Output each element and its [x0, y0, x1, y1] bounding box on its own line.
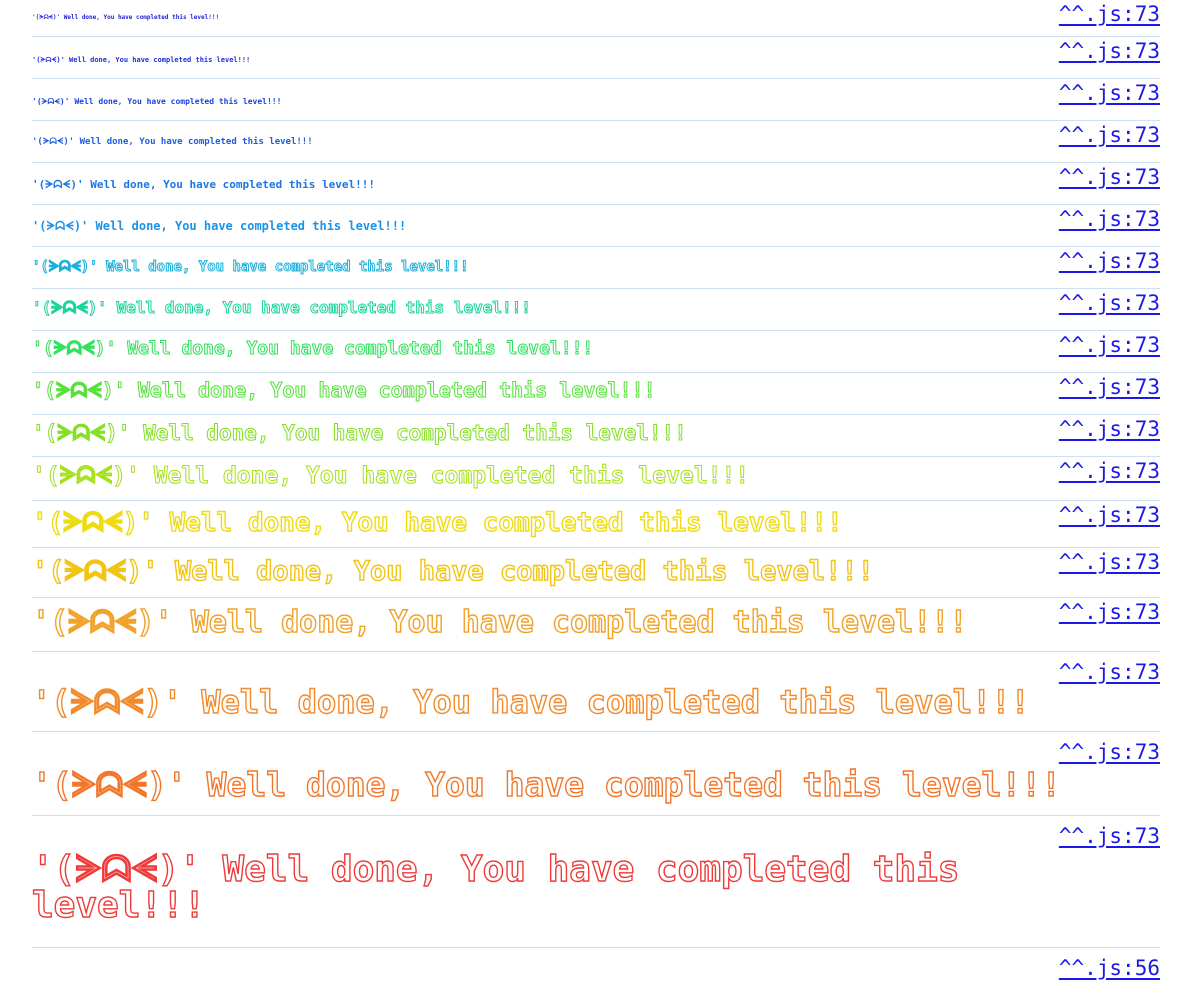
- console-log-entry: '(ᗒᗣᗕ)' Well done, You have completed th…: [31, 548, 1160, 598]
- console-log-entry: '(ᗒᗣᗕ)' Well done, You have completed th…: [32, 373, 1160, 415]
- log-source-link[interactable]: ^^.js:73: [1054, 249, 1160, 273]
- log-source-link[interactable]: ^^.js:73: [1054, 39, 1160, 63]
- log-message: '(ᗒᗣᗕ)' Well done, You have completed th…: [32, 14, 220, 21]
- log-message: '(ᗒᗣᗕ)' Well done, You have completed th…: [32, 219, 407, 233]
- log-message: '(ᗒᗣᗕ)' Well done, You have completed th…: [32, 178, 375, 191]
- console-log-entry: '(ᗒᗣᗕ)' Well done, You have completed th…: [32, 0, 1160, 37]
- log-message: '(ᗒᗣᗕ)' Well done, You have completed th…: [32, 421, 688, 445]
- log-message: '(ᗒᗣᗕ)' Well done, You have completed th…: [31, 556, 874, 587]
- log-message: '(ᗒᗣᗕ)' Well done, You have completed th…: [32, 378, 657, 402]
- log-message: '(ᗒᗣᗕ)' Well done, You have completed th…: [32, 298, 532, 317]
- log-source-link[interactable]: ^^.js:73: [1054, 291, 1160, 315]
- log-message: '(ᗒᗣᗕ)' Well done, You have completed th…: [31, 463, 750, 489]
- log-source-link[interactable]: ^^.js:73: [1054, 165, 1160, 189]
- log-message: '(ᗒᗣᗕ)' Well done, You have completed th…: [32, 137, 313, 147]
- console-log-entry: '(ᗒᗣᗕ)' Well done, You have completed th…: [32, 121, 1160, 163]
- log-message: '(ᗒᗣᗕ)' Well done, You have completed th…: [31, 338, 594, 359]
- log-message: '(ᗒᗣᗕ)' Well done, You have completed th…: [31, 683, 1030, 721]
- console-log-entry: '(ᗒᗣᗕ)' Well done, You have completed th…: [31, 732, 1160, 816]
- log-source-link[interactable]: ^^.js:73: [1054, 658, 1160, 684]
- console-log-entry: '(ᗒᗣᗕ)' Well done, You have completed th…: [31, 331, 1160, 373]
- log-source-link[interactable]: ^^.js:56: [1054, 956, 1160, 980]
- log-message: '(ᗒᗣᗕ)' Well done, You have completed th…: [31, 849, 982, 926]
- log-source-link[interactable]: ^^.js:73: [1054, 503, 1160, 527]
- console-log-entry: '(ᗒᗣᗕ)' Well done, You have completed th…: [32, 37, 1160, 79]
- log-source-link[interactable]: ^^.js:73: [1054, 333, 1160, 357]
- console-log-entry: '(ᗒᗣᗕ)' Well done, You have completed th…: [32, 247, 1160, 289]
- log-source-link[interactable]: ^^.js:73: [1054, 459, 1160, 483]
- log-message: '(ᗒᗣᗕ)' Well done, You have completed th…: [31, 765, 1061, 804]
- log-message: '(ᗒᗣᗕ)' Well done, You have completed th…: [32, 97, 282, 106]
- console-log-entry: '(ᗒᗣᗕ)' Well done, You have completed th…: [31, 816, 1160, 948]
- log-message: '(ᗒᗣᗕ)' Well done, You have completed th…: [32, 56, 251, 64]
- console-log-entry: '(ᗒᗣᗕ)' Well done, You have completed th…: [32, 163, 1160, 205]
- console-log-entry: '(ᗒᗣᗕ)' Well done, You have completed th…: [32, 415, 1160, 457]
- console-log-entry: '(ᗒᗣᗕ)' Well done, You have completed th…: [32, 79, 1160, 121]
- log-message: '(ᗒᗣᗕ)' Well done, You have completed th…: [32, 259, 470, 275]
- log-source-link[interactable]: ^^.js:73: [1054, 2, 1160, 26]
- console-log-entry: '(ᗒᗣᗕ)' Well done, You have completed th…: [31, 501, 1160, 548]
- console-log-entry: '(ᗒᗣᗕ)' Well done, You have completed th…: [31, 457, 1160, 501]
- log-source-link[interactable]: ^^.js:73: [1054, 207, 1160, 231]
- console-log-entry: '(ᗒᗣᗕ)' Well done, You have completed th…: [32, 289, 1160, 331]
- log-source-link[interactable]: ^^.js:73: [1054, 600, 1160, 624]
- console-log-entry: '(ᗒᗣᗕ)' Well done, You have completed th…: [31, 598, 1160, 652]
- console-log-entry: '(ᗒᗣᗕ)' Well done, You have completed th…: [31, 652, 1160, 732]
- log-source-link[interactable]: ^^.js:73: [1054, 822, 1160, 848]
- log-source-link[interactable]: ^^.js:73: [1054, 417, 1160, 441]
- log-message: '(ᗒᗣᗕ)' Well done, You have completed th…: [31, 508, 843, 538]
- log-message: '(ᗒᗣᗕ)' Well done, You have completed th…: [31, 605, 968, 640]
- log-source-link[interactable]: ^^.js:73: [1054, 123, 1160, 147]
- log-source-link[interactable]: ^^.js:73: [1054, 738, 1160, 764]
- console-log-entry: '(ᗒᗣᗕ)' Well done, You have completed th…: [32, 205, 1160, 247]
- log-source-link[interactable]: ^^.js:73: [1054, 81, 1160, 105]
- log-source-link[interactable]: ^^.js:73: [1054, 550, 1160, 574]
- log-source-link[interactable]: ^^.js:73: [1054, 375, 1160, 399]
- console-last-entry: ^^.js:56: [32, 948, 1160, 988]
